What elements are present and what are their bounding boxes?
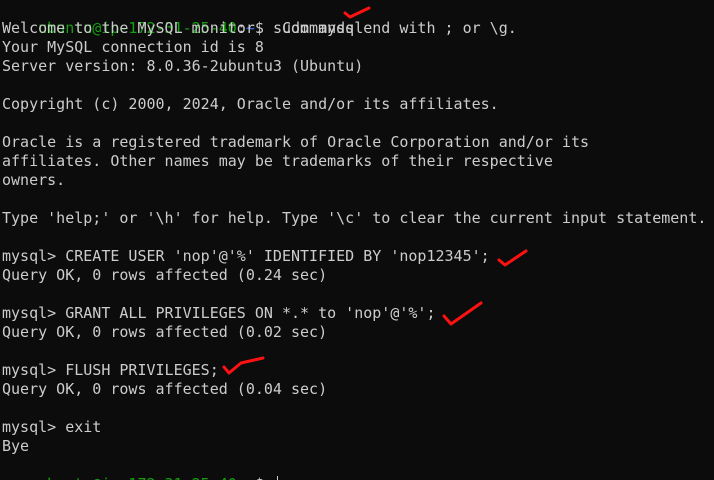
output-line: affiliates. Other names may be trademark… — [2, 152, 553, 170]
red-checkmark-icon — [343, 6, 371, 19]
prompt-symbol: $ — [255, 475, 273, 480]
output-line: Type 'help;' or '\h' for help. Type '\c'… — [2, 209, 707, 227]
command-line-prompt[interactable]: ubuntu@ip-172-31-25-40:~$ — [2, 456, 278, 480]
mysql-command-line: mysql> CREATE USER 'nop'@'%' IDENTIFIED … — [2, 247, 490, 265]
query-result-line: Query OK, 0 rows affected (0.04 sec) — [2, 380, 328, 398]
mysql-command-line: mysql> FLUSH PRIVILEGES; — [2, 361, 219, 379]
command-line-sudo-mysql: ubuntu@ip-172-31-25-40:~$ sudo mysql — [2, 0, 363, 37]
query-result-line: Query OK, 0 rows affected (0.02 sec) — [2, 323, 328, 341]
output-line: Bye — [2, 437, 30, 455]
prompt-separator: : — [237, 475, 246, 480]
output-line: Your MySQL connection id is 8 — [2, 38, 264, 56]
terminal-window[interactable]: ubuntu@ip-172-31-25-40:~$ sudo mysql Wel… — [0, 0, 714, 480]
mysql-command-line: mysql> GRANT ALL PRIVILEGES ON *.* to 'n… — [2, 304, 436, 322]
output-line: Welcome to the MySQL monitor. Commands e… — [2, 19, 517, 37]
query-result-line: Query OK, 0 rows affected (0.24 sec) — [2, 266, 328, 284]
mysql-command-line: mysql> exit — [2, 418, 102, 436]
output-line: Copyright (c) 2000, 2024, Oracle and/or … — [2, 95, 499, 113]
output-line: owners. — [2, 171, 66, 189]
prompt-path: ~ — [246, 475, 255, 480]
prompt-user-host: ubuntu@ip-172-31-25-40 — [38, 475, 237, 480]
red-checkmark-icon — [222, 356, 265, 375]
red-checkmark-icon — [442, 301, 483, 326]
output-line: Oracle is a registered trademark of Orac… — [2, 133, 589, 151]
output-line: Server version: 8.0.36-2ubuntu3 (Ubuntu) — [2, 57, 364, 75]
red-checkmark-icon — [497, 249, 528, 267]
text-cursor — [276, 476, 278, 480]
